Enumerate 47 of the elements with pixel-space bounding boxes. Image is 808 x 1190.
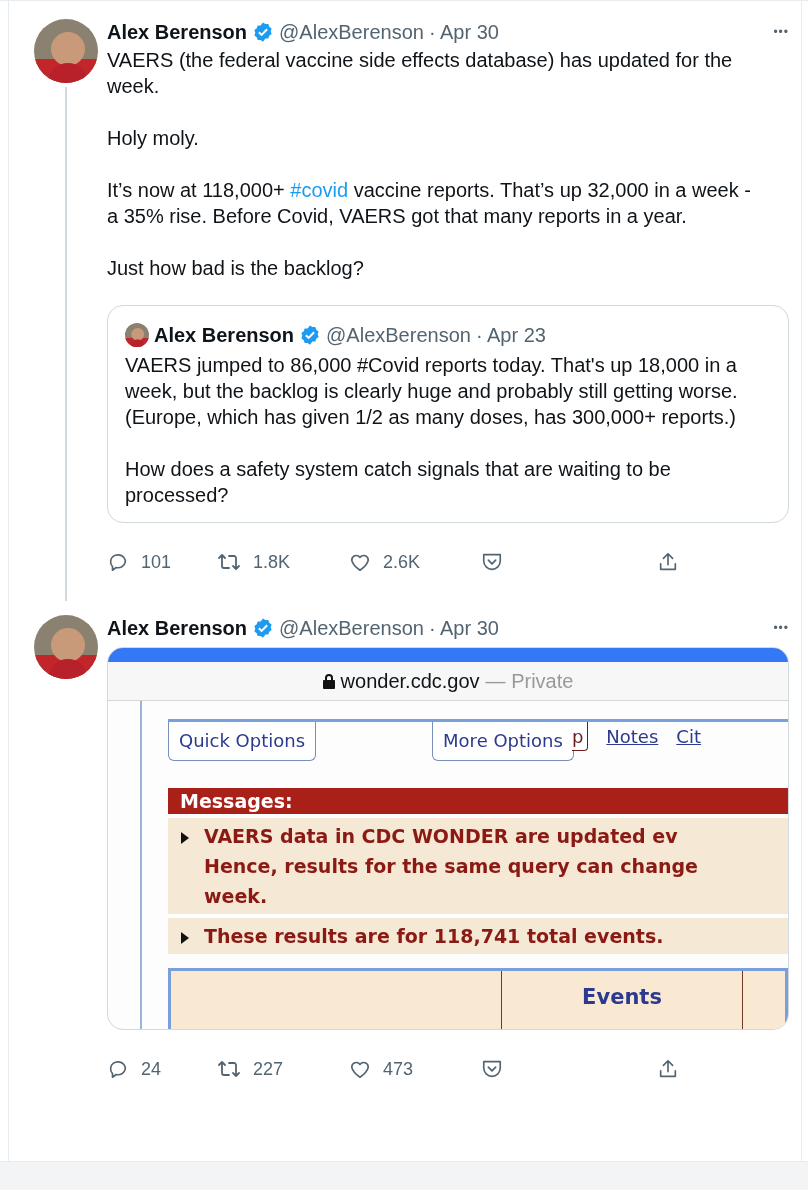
share-icon[interactable] xyxy=(657,1058,679,1080)
table-header[interactable]: Events xyxy=(582,984,662,1029)
tweet-date[interactable]: · Apr 30 xyxy=(428,20,499,44)
reply-count: 24 xyxy=(141,1058,162,1080)
messages-heading: Messages: xyxy=(168,787,788,814)
message-text: VAERS data in CDC WONDER are updated ev Hence, results for the same query can change week. xyxy=(204,823,698,909)
bullet-arrow-icon xyxy=(180,830,190,845)
private-label: — Private xyxy=(485,669,574,693)
author-handle[interactable]: @AlexBerenson xyxy=(326,323,471,347)
screenshot-image[interactable] xyxy=(107,647,789,1030)
more-button[interactable]: ••• xyxy=(773,25,789,39)
pocket-icon[interactable] xyxy=(481,551,503,573)
quick-options-button[interactable]: Quick Options xyxy=(168,722,317,761)
reply-icon[interactable] xyxy=(107,1058,129,1080)
page-link[interactable]: Notes xyxy=(606,726,659,747)
lock-icon xyxy=(322,673,335,689)
tweet-text: Holy moly. xyxy=(107,126,200,151)
like-count: 2.6K xyxy=(383,551,421,573)
bullet-arrow-icon xyxy=(180,930,190,945)
author-handle[interactable]: @AlexBerenson xyxy=(279,616,424,640)
more-button[interactable]: ••• xyxy=(773,621,789,635)
tweet-text: VAERS (the federal vaccine side effects database) has updated for the week. xyxy=(107,48,734,99)
tweet-text: It’s now at 118,000+ #covid vaccine reports. That’s up 32,000 in a week - a 35% rise. Before Covid, VAERS got that many reports in a year. xyxy=(107,178,752,229)
share-icon[interactable] xyxy=(657,551,679,573)
page-link[interactable]: Cit xyxy=(676,726,701,747)
retweet-icon[interactable] xyxy=(217,1058,241,1080)
avatar[interactable] xyxy=(125,323,149,347)
quoted-tweet[interactable] xyxy=(107,305,789,523)
quoted-text: How does a safety system catch signals that are waiting to be processed? xyxy=(125,457,672,508)
more-options-button[interactable]: More Options xyxy=(432,722,574,761)
url-text: wonder.cdc.gov xyxy=(340,669,480,693)
message-text: These results are for 118,741 total events. xyxy=(204,923,664,949)
retweet-count: 227 xyxy=(253,1058,284,1080)
reply-count: 101 xyxy=(141,551,172,573)
author-handle[interactable]: @AlexBerenson xyxy=(279,20,424,44)
author-name[interactable]: Alex Berenson xyxy=(107,20,248,44)
tweet-text: Just how bad is the backlog? xyxy=(107,256,365,281)
author-name[interactable]: Alex Berenson xyxy=(107,616,248,640)
like-count: 473 xyxy=(383,1058,414,1080)
quoted-text: VAERS jumped to 86,000 #Covid reports today. That's up 18,000 in a week, but the backlog is clearly huge and probably still getting worse. (Europe, which has given 1/2 as many doses, has 300,000+ reports.) xyxy=(125,353,739,430)
reply-icon[interactable] xyxy=(107,551,129,573)
tweet-date[interactable]: · Apr 30 xyxy=(428,616,499,640)
retweet-icon[interactable] xyxy=(217,551,241,573)
pocket-icon[interactable] xyxy=(481,1058,503,1080)
tweet-date[interactable]: · Apr 23 xyxy=(475,323,546,347)
author-name[interactable]: Alex Berenson xyxy=(154,323,295,347)
retweet-count: 1.8K xyxy=(253,551,291,573)
